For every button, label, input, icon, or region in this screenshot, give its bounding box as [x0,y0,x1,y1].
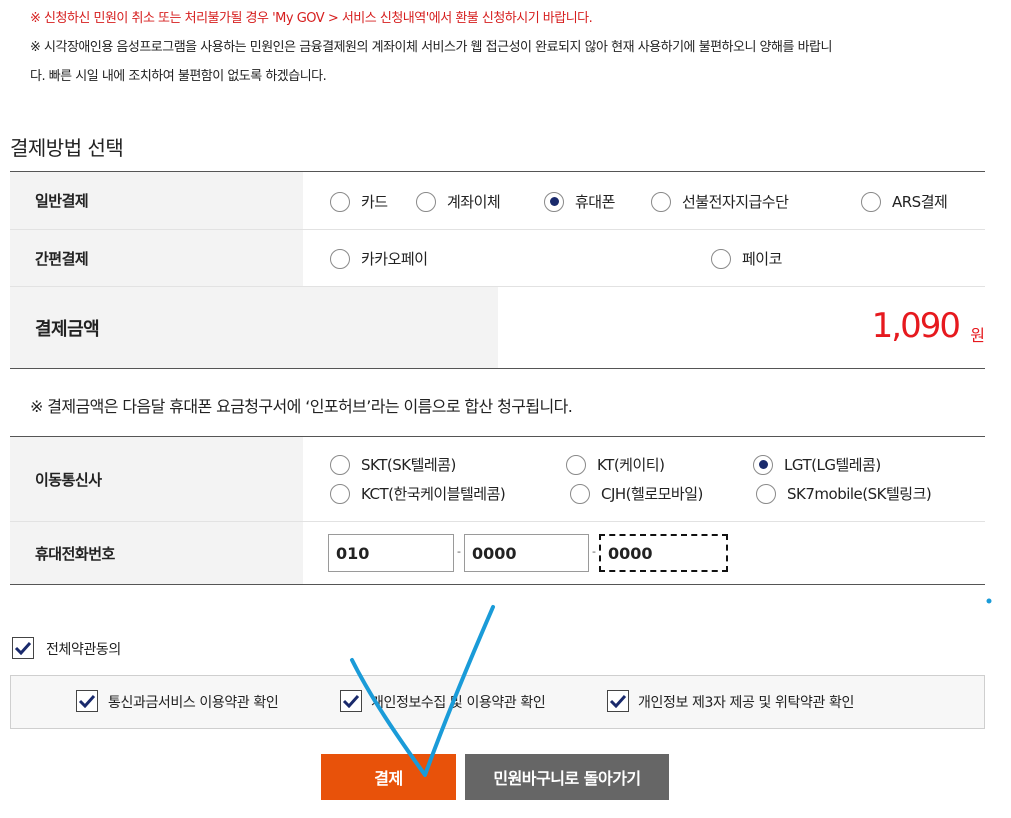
phone-prefix-input[interactable]: 010 [328,534,454,572]
radio-kt[interactable]: KT(케이티) [566,454,665,475]
radio-label: SKT(SK텔레콤) [361,456,456,474]
radio-circle [756,483,776,504]
radio-label: KCT(한국케이블텔레콤) [361,485,506,503]
radio-mobile-phone[interactable]: 휴대폰 [544,191,615,212]
radio-label: KT(케이티) [597,456,665,474]
radio-circle [861,191,881,212]
terms-checkbox-billing[interactable] [76,690,98,712]
radio-circle [330,454,350,475]
pay-button[interactable]: 결제 [321,754,456,800]
radio-label: CJH(헬로모바일) [601,485,703,503]
radio-circle-selected [544,191,564,212]
radio-label: SK7mobile(SK텔링크) [787,485,932,503]
radio-sk7mobile[interactable]: SK7mobile(SK텔링크) [756,483,932,504]
agree-all-label: 전체약관동의 [46,642,121,658]
amount-value: 1,090 [871,306,961,346]
radio-label: 계좌이체 [447,193,501,211]
radio-circle [570,483,590,504]
check-icon [78,694,96,708]
radio-label: LGT(LG텔레콤) [784,456,881,474]
radio-bank-transfer[interactable]: 계좌이체 [416,191,501,212]
radio-circle [416,191,436,212]
radio-circle [330,191,350,212]
phone-separator: - [457,545,461,558]
terms-checkbox-privacy[interactable] [340,690,362,712]
radio-label: ARS결제 [892,193,948,211]
agree-all-checkbox[interactable] [12,637,34,659]
carrier-label: 이동통신사 [10,437,303,521]
back-to-basket-button[interactable]: 민원바구니로 돌아가기 [465,754,669,800]
accessibility-notice-line1: ※ 시각장애인용 음성프로그램을 사용하는 민원인은 금융결제원의 계좌이체 서… [30,40,832,55]
phone-label: 휴대전화번호 [10,522,303,584]
radio-circle [566,454,586,475]
radio-label: 페이코 [742,250,782,268]
check-icon [14,641,32,655]
radio-cjh[interactable]: CJH(헬로모바일) [570,483,703,504]
radio-ars[interactable]: ARS결제 [861,191,948,212]
amount-label: 결제금액 [10,287,498,368]
charge-note: ※ 결제금액은 다음달 휴대폰 요금청구서에 ‘인포허브’라는 이름으로 합산 … [30,397,573,416]
radio-label: 카드 [361,193,388,211]
check-icon [342,694,360,708]
easy-payment-label: 간편결제 [10,230,303,286]
terms-label-billing: 통신과금서비스 이용약관 확인 [108,695,279,711]
section-title-payment-method: 결제방법 선택 [10,136,124,160]
radio-label: 선불전자지급수단 [682,193,789,211]
radio-circle [330,483,350,504]
terms-checkbox-third-party[interactable] [607,690,629,712]
table-bottom-border [10,584,985,585]
table-bottom-border [10,368,985,369]
radio-label: 휴대폰 [575,193,615,211]
radio-circle [651,191,671,212]
amount-unit: 원 [970,326,985,345]
general-payment-label: 일반결제 [10,172,303,229]
radio-prepaid[interactable]: 선불전자지급수단 [651,191,789,212]
refund-notice: ※ 신청하신 민원이 취소 또는 처리불가될 경우 'My GOV > 서비스 … [30,11,593,26]
radio-card[interactable]: 카드 [330,191,388,212]
terms-label-third-party: 개인정보 제3자 제공 및 위탁약관 확인 [638,695,854,711]
accessibility-notice-line2: 다. 빠른 시일 내에 조치하여 불편함이 없도록 하겠습니다. [30,69,327,84]
check-icon [609,694,627,708]
radio-kakaopay[interactable]: 카카오페이 [330,248,428,269]
phone-middle-input[interactable]: 0000 [464,534,589,572]
radio-kct[interactable]: KCT(한국케이블텔레콤) [330,483,506,504]
radio-label: 카카오페이 [361,250,428,268]
terms-label-privacy: 개인정보수집 및 이용약관 확인 [371,695,546,711]
phone-last-input[interactable]: 0000 [599,534,728,572]
radio-circle [330,248,350,269]
radio-skt[interactable]: SKT(SK텔레콤) [330,454,456,475]
radio-circle-selected [753,454,773,475]
radio-payco[interactable]: 페이코 [711,248,782,269]
radio-lgt[interactable]: LGT(LG텔레콤) [753,454,881,475]
phone-separator: - [592,545,596,558]
radio-circle [711,248,731,269]
